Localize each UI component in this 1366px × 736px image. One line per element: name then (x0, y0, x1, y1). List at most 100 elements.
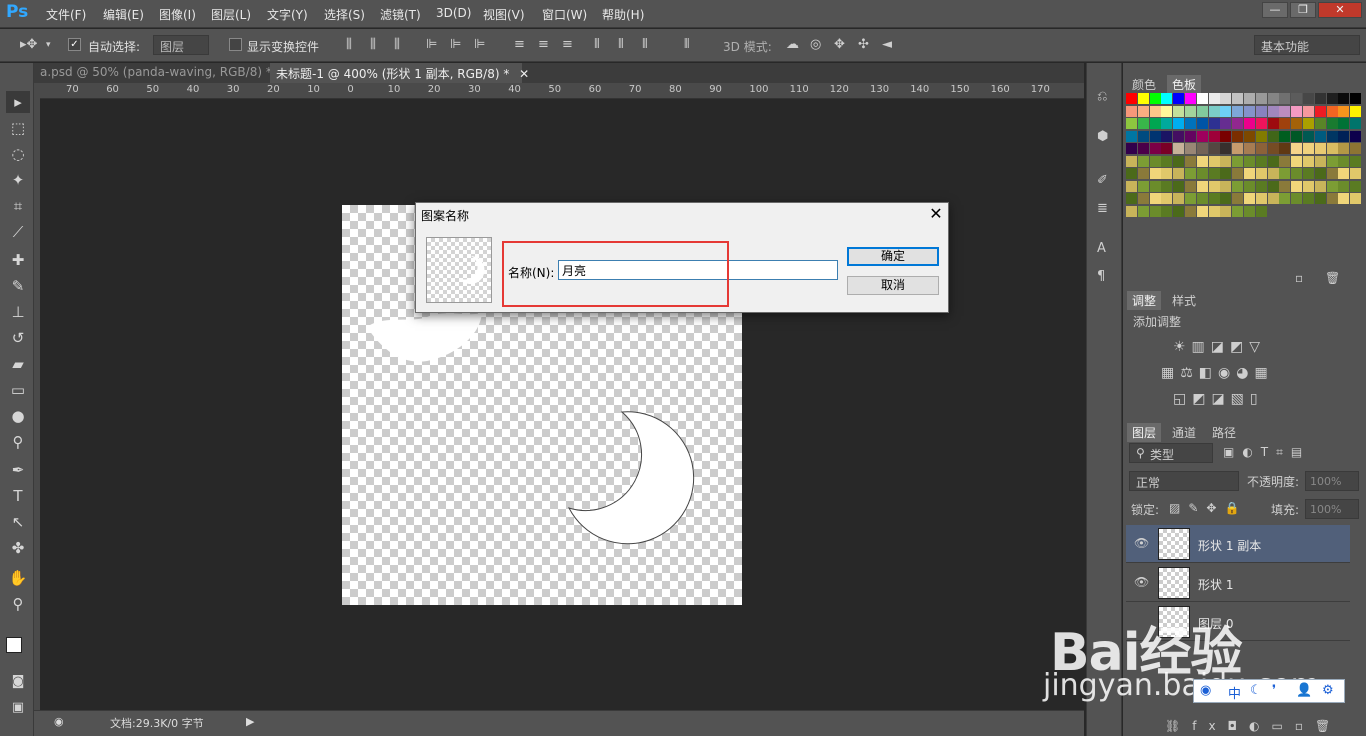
color-swatch[interactable] (1244, 205, 1255, 217)
color-swatch[interactable] (1255, 130, 1267, 142)
close-icon[interactable]: ✕ (519, 67, 529, 81)
color-swatch[interactable] (1137, 193, 1149, 204)
color-swatch[interactable] (1137, 143, 1149, 154)
color-swatch[interactable] (1303, 130, 1314, 142)
color-swatch[interactable] (1161, 93, 1173, 104)
color-swatch[interactable] (1173, 130, 1185, 142)
color-swatch[interactable] (1126, 180, 1137, 192)
brush-panel-icon[interactable]: ✐ (1097, 173, 1108, 189)
distribute-middle-icon[interactable]: ≡ (538, 37, 549, 53)
color-swatch[interactable] (1137, 155, 1149, 167)
menu-select[interactable]: 选择(S) (324, 6, 365, 23)
color-swatch[interactable] (1185, 205, 1196, 217)
adjustment-icons-row-3[interactable]: ◱◩◪▧▯ (1173, 391, 1264, 407)
chevron-down-icon[interactable]: ▾ (46, 37, 51, 53)
color-swatch[interactable] (1208, 168, 1220, 179)
menu-filter[interactable]: 滤镜(T) (380, 6, 421, 23)
color-swatch[interactable] (1137, 118, 1149, 129)
color-swatch[interactable] (1326, 180, 1338, 192)
color-swatch[interactable] (1314, 105, 1326, 117)
color-swatch[interactable] (1303, 93, 1314, 104)
opacity-field[interactable]: 100% (1305, 471, 1359, 491)
color-swatch[interactable] (1338, 130, 1350, 142)
color-swatch[interactable] (1267, 130, 1279, 142)
color-swatch[interactable] (1291, 118, 1303, 129)
move-tool-icon[interactable]: ▸✥ (20, 37, 37, 53)
color-swatch[interactable] (1279, 143, 1291, 154)
color-swatch[interactable] (1267, 105, 1279, 117)
tab-adjustments[interactable]: 调整 (1127, 291, 1162, 310)
color-swatch[interactable] (1185, 155, 1196, 167)
minimize-button[interactable]: — (1262, 2, 1288, 18)
lock-icons[interactable]: ▨✎✥🔒 (1169, 501, 1247, 515)
color-swatch[interactable] (1326, 105, 1338, 117)
tab-panda-document[interactable]: a.psd @ 50% (panda-waving, RGB/8) * ✕ (34, 63, 292, 83)
color-swatch[interactable] (1232, 205, 1244, 217)
color-swatch[interactable] (1196, 143, 1208, 154)
distribute-bottom-icon[interactable]: ≡ (562, 37, 573, 53)
color-swatch[interactable] (1326, 130, 1338, 142)
color-swatch[interactable] (1126, 193, 1137, 204)
color-swatch[interactable] (1196, 205, 1208, 217)
color-swatch[interactable] (1244, 118, 1255, 129)
color-swatch[interactable] (1173, 180, 1185, 192)
color-swatch[interactable] (1149, 143, 1161, 154)
color-swatch[interactable] (1279, 93, 1291, 104)
color-swatch[interactable] (1279, 180, 1291, 192)
color-swatch[interactable] (1149, 118, 1161, 129)
ime-lang[interactable]: 中 (1228, 683, 1241, 702)
color-swatch[interactable] (1255, 93, 1267, 104)
color-swatch[interactable] (1350, 118, 1362, 129)
quick-mask-icon[interactable]: ◙ (6, 671, 30, 693)
color-swatch[interactable] (1338, 118, 1350, 129)
color-swatch[interactable] (1196, 180, 1208, 192)
color-swatch[interactable] (1244, 155, 1255, 167)
distribute-top-icon[interactable]: ≡ (514, 37, 525, 53)
color-swatch[interactable] (1173, 205, 1185, 217)
color-swatch[interactable] (1185, 180, 1196, 192)
color-swatch[interactable] (1220, 155, 1232, 167)
color-swatch[interactable] (1220, 205, 1232, 217)
color-swatch[interactable] (1126, 93, 1137, 104)
color-swatch[interactable] (1137, 130, 1149, 142)
color-swatch[interactable] (1255, 143, 1267, 154)
color-swatch[interactable] (1244, 130, 1255, 142)
color-swatch[interactable] (1232, 105, 1244, 117)
color-swatch[interactable] (1291, 143, 1303, 154)
color-swatch[interactable] (1149, 155, 1161, 167)
ime-user-icon[interactable]: 👤 (1296, 683, 1312, 698)
type-tool-icon[interactable]: T (6, 485, 30, 507)
color-swatch[interactable] (1149, 105, 1161, 117)
color-swatch[interactable] (1149, 180, 1161, 192)
lasso-tool-icon[interactable]: ◌ (6, 143, 30, 165)
color-swatch[interactable] (1267, 168, 1279, 179)
3d-pan-icon[interactable]: ✥ (834, 37, 845, 53)
gradient-tool-icon[interactable]: ▭ (6, 379, 30, 401)
color-swatch[interactable] (1161, 155, 1173, 167)
menu-view[interactable]: 视图(V) (483, 6, 525, 23)
pen-tool-icon[interactable]: ✒ (6, 459, 30, 481)
color-swatch[interactable] (1196, 130, 1208, 142)
color-swatch[interactable] (1267, 180, 1279, 192)
color-swatch[interactable] (1149, 93, 1161, 104)
color-swatch[interactable] (1208, 193, 1220, 204)
color-swatch[interactable] (1255, 168, 1267, 179)
align-middle-icon[interactable]: ⫼ (370, 37, 376, 53)
menu-edit[interactable]: 编辑(E) (103, 6, 144, 23)
color-swatch[interactable] (1291, 180, 1303, 192)
color-swatch[interactable] (1161, 105, 1173, 117)
color-swatch[interactable] (1291, 168, 1303, 179)
color-swatch[interactable] (1303, 168, 1314, 179)
color-swatch[interactable] (1220, 143, 1232, 154)
menu-3d[interactable]: 3D(D) (436, 6, 471, 20)
zoom-icon[interactable]: ◉ (54, 715, 64, 728)
color-swatch[interactable] (1161, 143, 1173, 154)
color-swatch[interactable] (1185, 143, 1196, 154)
auto-align-icon[interactable]: ⫴ (684, 37, 689, 53)
color-swatch[interactable] (1291, 155, 1303, 167)
color-swatch[interactable] (1185, 105, 1196, 117)
color-swatch[interactable] (1208, 93, 1220, 104)
eyedropper-icon[interactable]: ⟋ (6, 221, 30, 243)
color-swatch[interactable] (1196, 93, 1208, 104)
color-swatch[interactable] (1255, 205, 1267, 217)
